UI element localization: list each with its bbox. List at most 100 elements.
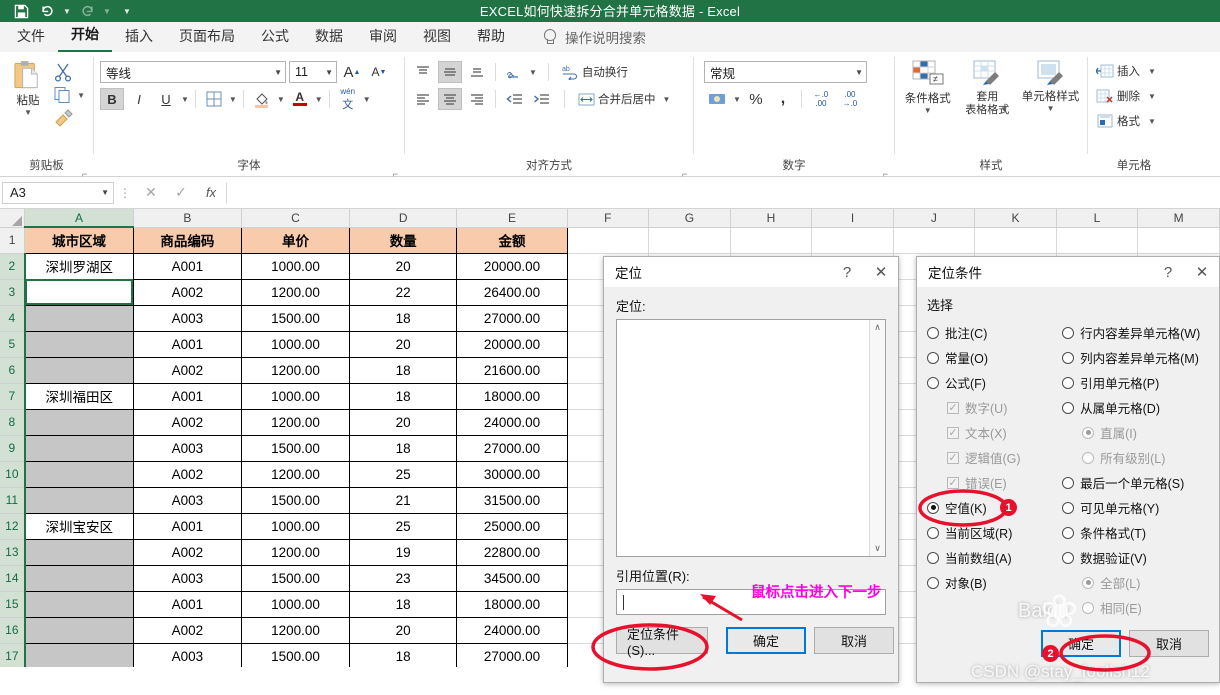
alignment-dialog-launcher[interactable]: ⌐ [680,166,689,179]
number-dialog-launcher[interactable]: ⌐ [881,166,890,179]
cell-B14[interactable]: A003 [132,564,243,592]
cell-D15[interactable]: 18 [349,590,458,618]
cell-D9[interactable]: 18 [349,434,458,462]
percent-style-button[interactable]: % [744,88,768,110]
row-header-14[interactable]: 14 [0,565,26,592]
row-header-9[interactable]: 9 [0,435,26,462]
italic-button[interactable]: I [127,88,151,110]
column-header-H[interactable]: H [730,209,813,228]
align-right-button[interactable] [465,88,489,110]
goto-special-option-right-9[interactable]: 数据验证(V) [1062,545,1209,570]
cell-C6[interactable]: 1200.00 [240,356,351,384]
cell-B4[interactable]: A003 [132,304,243,332]
paste-button[interactable]: 粘贴 ▼ [6,59,50,117]
goto-special-option-left-10[interactable]: 对象(B) [927,570,1058,595]
goto-special-option-right-1[interactable]: 列内容差异单元格(M) [1062,345,1209,370]
font-size-select[interactable]: 11 ▼ [289,61,337,83]
chevron-down-icon[interactable]: ▼ [101,188,109,197]
cell-E15[interactable]: 18000.00 [456,590,568,618]
format-as-table-button[interactable]: 套用 表格格式 ▼ [961,59,1015,116]
increase-indent-button[interactable] [529,88,553,110]
cell-A2[interactable]: 深圳罗湖区 [24,252,134,280]
goto-dialog[interactable]: 定位 ? ✕ 定位: ∧ ∨ 引用位置(R): 定位条件(S)... 确定 取消 [603,256,899,683]
cell-styles-button[interactable]: 单元格样式 ▼ [1020,59,1081,113]
delete-cells-button[interactable]: 删除 ▼ [1094,85,1158,107]
cell-B10[interactable]: A002 [132,460,243,488]
cell-E14[interactable]: 34500.00 [456,564,568,592]
cell-D4[interactable]: 18 [349,304,458,332]
cell-M1[interactable] [1137,226,1220,254]
cell-A8[interactable] [24,408,134,436]
cell-D10[interactable]: 25 [349,460,458,488]
cell-A1[interactable]: 城市区域 [24,226,134,254]
radio-icon[interactable] [1062,526,1075,539]
cell-H1[interactable] [729,226,813,254]
orientation-dropdown-icon[interactable]: ▼ [529,68,537,77]
cell-A15[interactable] [24,590,134,618]
cell-D12[interactable]: 25 [349,512,458,540]
radio-icon[interactable] [927,576,939,589]
font-dialog-launcher[interactable]: ⌐ [391,166,400,179]
cell-A16[interactable] [24,616,134,644]
cancel-edit-icon[interactable]: ✕ [136,182,166,204]
goto-list-scrollbar[interactable]: ∧ ∨ [869,320,885,556]
cell-C12[interactable]: 1000.00 [240,512,351,540]
row-header-4[interactable]: 4 [0,305,26,332]
tab-insert[interactable]: 插入 [112,22,166,52]
cell-C10[interactable]: 1200.00 [240,460,351,488]
cell-D16[interactable]: 20 [349,616,458,644]
cell-D8[interactable]: 20 [349,408,458,436]
goto-special-option-right-0[interactable]: 行内容差异单元格(W) [1062,320,1209,345]
cell-E2[interactable]: 20000.00 [456,252,568,280]
cell-A11[interactable] [24,486,134,514]
cell-C13[interactable]: 1200.00 [240,538,351,566]
insert-dropdown-icon[interactable]: ▼ [1148,67,1156,76]
cell-C3[interactable]: 1200.00 [240,278,351,306]
cell-A3[interactable] [24,278,134,306]
cell-K1[interactable] [974,226,1057,254]
cell-B16[interactable]: A002 [132,616,243,644]
tab-home[interactable]: 开始 [58,20,112,52]
delete-dropdown-icon[interactable]: ▼ [1148,92,1156,101]
cell-E13[interactable]: 22800.00 [456,538,568,566]
row-header-17[interactable]: 17 [0,643,26,667]
cell-A14[interactable] [24,564,134,592]
radio-icon[interactable] [1062,351,1075,364]
cell-B3[interactable]: A002 [132,278,243,306]
format-cells-button[interactable]: 格式 ▼ [1094,110,1158,132]
cell-E12[interactable]: 25000.00 [456,512,568,540]
cell-B12[interactable]: A001 [132,512,243,540]
goto-special-option-right-8[interactable]: 条件格式(T) [1062,520,1209,545]
cell-D14[interactable]: 23 [349,564,458,592]
goto-special-dialog[interactable]: 定位条件 ? ✕ 选择 批注(C) 常量(O) 公式(F) ✓ 数字(U) ✓ 文本(X) ✓… [916,256,1220,683]
goto-help-icon[interactable]: ? [830,258,864,286]
row-header-12[interactable]: 12 [0,513,26,540]
name-box[interactable]: A3 ▼ [2,181,114,204]
tab-help[interactable]: 帮助 [464,22,518,52]
row-header-10[interactable]: 10 [0,461,26,488]
cell-E7[interactable]: 18000.00 [456,382,568,410]
row-header-11[interactable]: 11 [0,487,26,514]
merge-dropdown-icon[interactable]: ▼ [663,95,671,104]
row-header-16[interactable]: 16 [0,617,26,644]
comma-style-button[interactable]: , [771,88,795,110]
goto-special-option-right-3[interactable]: 从属单元格(D) [1062,395,1209,420]
paste-dropdown-icon[interactable]: ▼ [24,109,32,117]
cell-D7[interactable]: 18 [349,382,458,410]
conditional-formatting-dropdown-icon[interactable]: ▼ [924,107,932,115]
goto-special-option-left-8[interactable]: 当前区域(R) [927,520,1058,545]
cell-E16[interactable]: 24000.00 [456,616,568,644]
cell-C16[interactable]: 1200.00 [240,616,351,644]
radio-icon[interactable] [1062,551,1075,564]
row-header-2[interactable]: 2 [0,253,26,280]
cell-C1[interactable]: 单价 [240,226,351,254]
row-header-6[interactable]: 6 [0,357,26,384]
underline-button[interactable]: U [154,88,178,110]
cell-A6[interactable] [24,356,134,384]
radio-icon[interactable] [927,551,939,564]
decrease-decimal-button[interactable]: .00 →.0 [837,88,863,110]
font-family-select[interactable]: 等线 ▼ [100,61,286,83]
cell-C14[interactable]: 1500.00 [240,564,351,592]
tab-view[interactable]: 视图 [410,22,464,52]
column-header-E[interactable]: E [456,209,568,228]
